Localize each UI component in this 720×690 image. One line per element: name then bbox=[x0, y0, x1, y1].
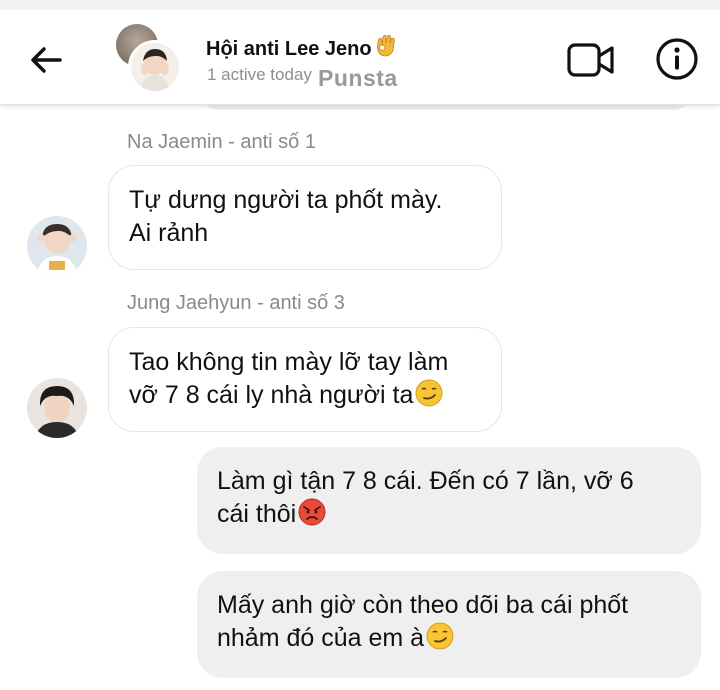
message-line: Tao không tin mày lỡ tay làm bbox=[129, 348, 449, 376]
ok-hand-emoji bbox=[376, 34, 395, 57]
message-line: Tự dưng người ta phốt mày. bbox=[129, 186, 443, 214]
sender-name: Jung Jaehyun - anti số 3 bbox=[127, 292, 345, 314]
sender-name: Na Jaemin - anti số 1 bbox=[127, 131, 316, 153]
chat-title-text: Hội anti Lee Jeno bbox=[206, 38, 372, 60]
video-call-button[interactable] bbox=[566, 42, 616, 78]
group-avatar[interactable] bbox=[116, 24, 182, 94]
message-line-text: nhảm đó của em à bbox=[217, 624, 425, 652]
message-line: vỡ 7 8 cái ly nhà người ta bbox=[129, 379, 481, 412]
avatar[interactable] bbox=[27, 216, 87, 276]
back-button[interactable] bbox=[24, 38, 68, 82]
angry-emoji bbox=[298, 498, 326, 526]
message-line: Làm gì tận 7 8 cái. Đến có 7 lần, vỡ 6 bbox=[217, 467, 634, 495]
message-bubble: Tao không tin mày lỡ tay làm vỡ 7 8 cái … bbox=[108, 327, 502, 432]
message-line-text: cái thôi bbox=[217, 500, 297, 528]
message-line-text: vỡ 7 8 cái ly nhà người ta bbox=[129, 381, 414, 409]
status-strip bbox=[0, 0, 720, 10]
outgoing-message-bubble: Làm gì tận 7 8 cái. Đến có 7 lần, vỡ 6 c… bbox=[197, 447, 701, 554]
message-line: nhảm đó của em à bbox=[217, 622, 681, 655]
arrow-left-icon bbox=[31, 47, 62, 73]
video-camera-icon bbox=[567, 43, 614, 77]
avatar-front bbox=[128, 40, 182, 94]
smirk-emoji bbox=[415, 379, 443, 407]
info-button[interactable] bbox=[654, 36, 700, 82]
message-line: Mấy anh giờ còn theo dõi ba cái phốt bbox=[217, 591, 629, 619]
watermark: Punsta bbox=[318, 65, 398, 91]
info-icon bbox=[656, 38, 698, 80]
smirk-emoji bbox=[426, 622, 454, 650]
message-line: cái thôi bbox=[217, 498, 681, 531]
message-bubble: Tự dưng người ta phốt mày. Ai rảnh bbox=[108, 165, 502, 270]
outgoing-message-bubble: Mấy anh giờ còn theo dõi ba cái phốt nhả… bbox=[197, 571, 701, 678]
active-status: 1 active today bbox=[207, 65, 312, 84]
avatar[interactable] bbox=[27, 378, 87, 438]
message-line: Ai rảnh bbox=[129, 219, 209, 247]
chat-title: Hội anti Lee Jeno bbox=[206, 32, 399, 61]
